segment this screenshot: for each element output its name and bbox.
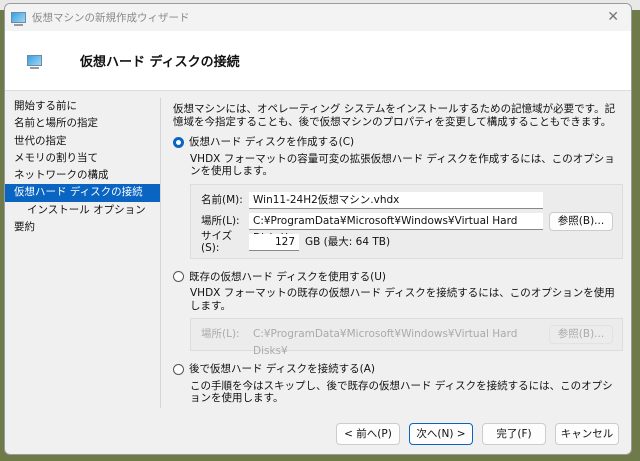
wizard-nav: 開始する前に 名前と場所の指定 世代の指定 メモリの割り当て ネットワークの構成…	[5, 98, 160, 236]
close-button[interactable]: ✕	[607, 9, 619, 25]
radio-label: 後で仮想ハード ディスクを接続する(A)	[189, 363, 375, 375]
finish-button[interactable]: 完了(F)	[482, 423, 546, 445]
size-label: サイズ(S):	[201, 229, 233, 255]
next-button[interactable]: 次へ(N) >	[409, 423, 473, 445]
divider	[160, 98, 161, 408]
cancel-button[interactable]: キャンセル	[555, 423, 619, 445]
existing-options: 場所(L): C:¥ProgramData¥Microsoft¥Windows¥V…	[190, 318, 623, 357]
nav-item[interactable]: 開始する前に	[5, 98, 160, 115]
location-label: 場所(L):	[201, 328, 240, 341]
footer-buttons: < 前へ(P) 次へ(N) > 完了(F) キャンセル	[5, 412, 631, 454]
nav-item[interactable]: メモリの割り当て	[5, 150, 160, 167]
radio-icon	[173, 271, 184, 283]
window-title: 仮想マシンの新規作成ウィザード	[32, 12, 190, 24]
size-unit: GB (最大: 64 TB)	[305, 235, 391, 248]
location-input[interactable]: C:¥ProgramData¥Microsoft¥Windows¥Virtual…	[249, 212, 543, 244]
location-label: 場所(L):	[201, 214, 240, 227]
create-desc: VHDX フォーマットの容量可変の拡張仮想ハード ディスクを作成するには、このオ…	[190, 152, 615, 178]
later-radio[interactable]: 後で仮想ハード ディスクを接続する(A)	[173, 363, 623, 376]
intro-text: 仮想マシンには、オペレーティング システムをインストールするための記憶域が必要で…	[173, 103, 616, 128]
radio-checked-icon	[173, 136, 184, 148]
hyperv-icon	[11, 12, 26, 26]
radio-label: 仮想ハード ディスクを作成する(C)	[189, 136, 355, 148]
create-options: 名前(M): Win11-24H2仮想マシン.vhdx 場所(L): C:¥Prog…	[190, 183, 623, 259]
later-desc: この手順を今はスキップし、後で既存の仮想ハード ディスクを接続するには、このオプ…	[190, 379, 613, 405]
create-radio[interactable]: 仮想ハード ディスクを作成する(C)	[173, 136, 623, 149]
nav-item[interactable]: 世代の指定	[5, 133, 160, 150]
page-header: 仮想ハード ディスクの接続	[5, 31, 631, 91]
hyperv-icon	[27, 55, 42, 69]
existing-browse-button: 参照(B)...	[549, 325, 613, 344]
existing-radio[interactable]: 既存の仮想ハード ディスクを使用する(U)	[173, 271, 623, 284]
size-input[interactable]: 127	[249, 233, 299, 251]
name-input[interactable]: Win11-24H2仮想マシン.vhdx	[249, 191, 543, 209]
existing-desc: VHDX フォーマットの既存の仮想ハード ディスクを接続するには、このオプション…	[190, 287, 615, 312]
browse-button[interactable]: 参照(B)...	[549, 211, 613, 231]
nav-item[interactable]: 名前と場所の指定	[5, 115, 160, 132]
wizard-window: 仮想マシンの新規作成ウィザード ✕ 仮想ハード ディスクの接続 開始する前に 名…	[4, 3, 632, 455]
radio-label: 既存の仮想ハード ディスクを使用する(U)	[189, 270, 386, 283]
name-label: 名前(M):	[201, 193, 243, 206]
radio-icon	[173, 363, 184, 375]
content: 仮想マシンには、オペレーティング システムをインストールするための記憶域が必要で…	[173, 103, 623, 405]
prev-button[interactable]: < 前へ(P)	[336, 423, 400, 445]
nav-item[interactable]: 要約	[5, 219, 160, 236]
existing-location-input: C:¥ProgramData¥Microsoft¥Windows¥Virtual…	[249, 326, 543, 357]
page-title: 仮想ハード ディスクの接続	[80, 55, 240, 70]
nav-item[interactable]: インストール オプション	[5, 202, 160, 219]
nav-item-selected[interactable]: 仮想ハード ディスクの接続	[5, 184, 160, 202]
nav-item[interactable]: ネットワークの構成	[5, 167, 160, 184]
title-bar: 仮想マシンの新規作成ウィザード ✕	[5, 4, 631, 31]
